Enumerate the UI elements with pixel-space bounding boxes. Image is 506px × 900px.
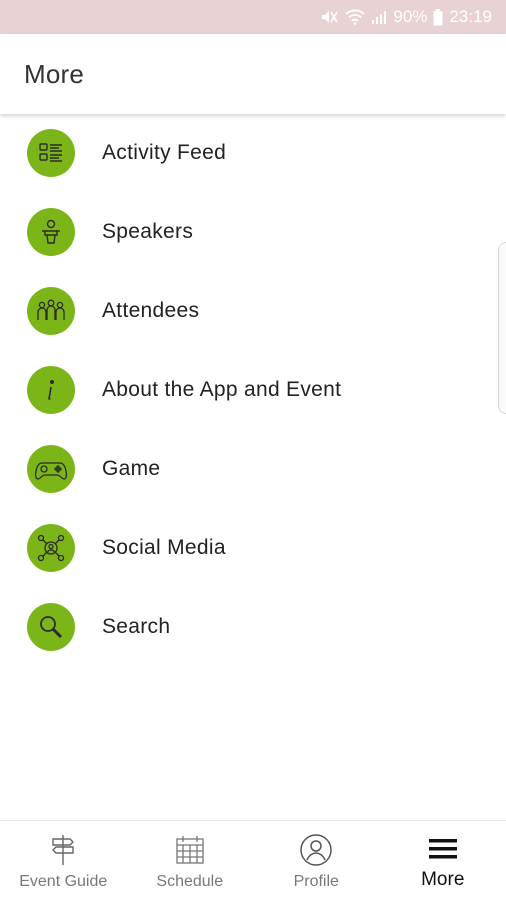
battery-percent: 90% [393,7,428,26]
wifi-icon [345,9,366,25]
menu-item-label: Search [102,614,171,638]
more-menu-list: Activity Feed Speakers Attendees About t… [0,114,506,666]
calendar-icon [174,833,206,867]
clock: 23:19 [449,7,492,26]
app-bar: More [0,34,506,114]
info-icon [27,365,75,414]
battery-icon [433,8,443,26]
gamepad-icon [27,444,75,493]
social-network-icon [27,523,75,572]
menu-item-label: About the App and Event [102,377,342,401]
nav-item-profile[interactable]: Profile [253,821,380,900]
nav-item-schedule[interactable]: Schedule [127,821,254,900]
status-bar: 90% 23:19 [0,0,506,34]
bottom-nav: Event Guide Schedule Profile More [0,820,506,900]
signpost-icon [48,833,78,867]
menu-item-game[interactable]: Game [0,429,506,508]
activity-feed-icon [27,129,75,177]
nav-item-event-guide[interactable]: Event Guide [0,821,127,900]
menu-item-label: Social Media [102,535,226,559]
profile-icon [299,833,333,867]
attendees-icon [27,286,75,335]
menu-item-about[interactable]: About the App and Event [0,350,506,429]
menu-item-label: Game [102,456,161,480]
menu-item-social-media[interactable]: Social Media [0,508,506,587]
nav-label: Profile [293,873,339,890]
menu-item-label: Speakers [102,219,194,243]
menu-item-speakers[interactable]: Speakers [0,192,506,271]
mute-icon [319,8,339,26]
speaker-icon [27,207,75,256]
menu-item-activity-feed[interactable]: Activity Feed [0,114,506,192]
nav-label: More [421,869,465,890]
page-title: More [24,58,85,89]
menu-item-label: Activity Feed [102,141,227,164]
nav-label: Event Guide [19,873,108,890]
nav-label: Schedule [156,873,224,890]
hamburger-menu-icon [427,833,459,865]
scroll-handle[interactable] [498,242,506,414]
search-icon [27,602,75,651]
menu-item-attendees[interactable]: Attendees [0,271,506,350]
signal-icon [371,9,387,25]
menu-item-label: Attendees [102,298,200,322]
nav-item-more[interactable]: More [380,821,506,900]
menu-item-search[interactable]: Search [0,587,506,666]
